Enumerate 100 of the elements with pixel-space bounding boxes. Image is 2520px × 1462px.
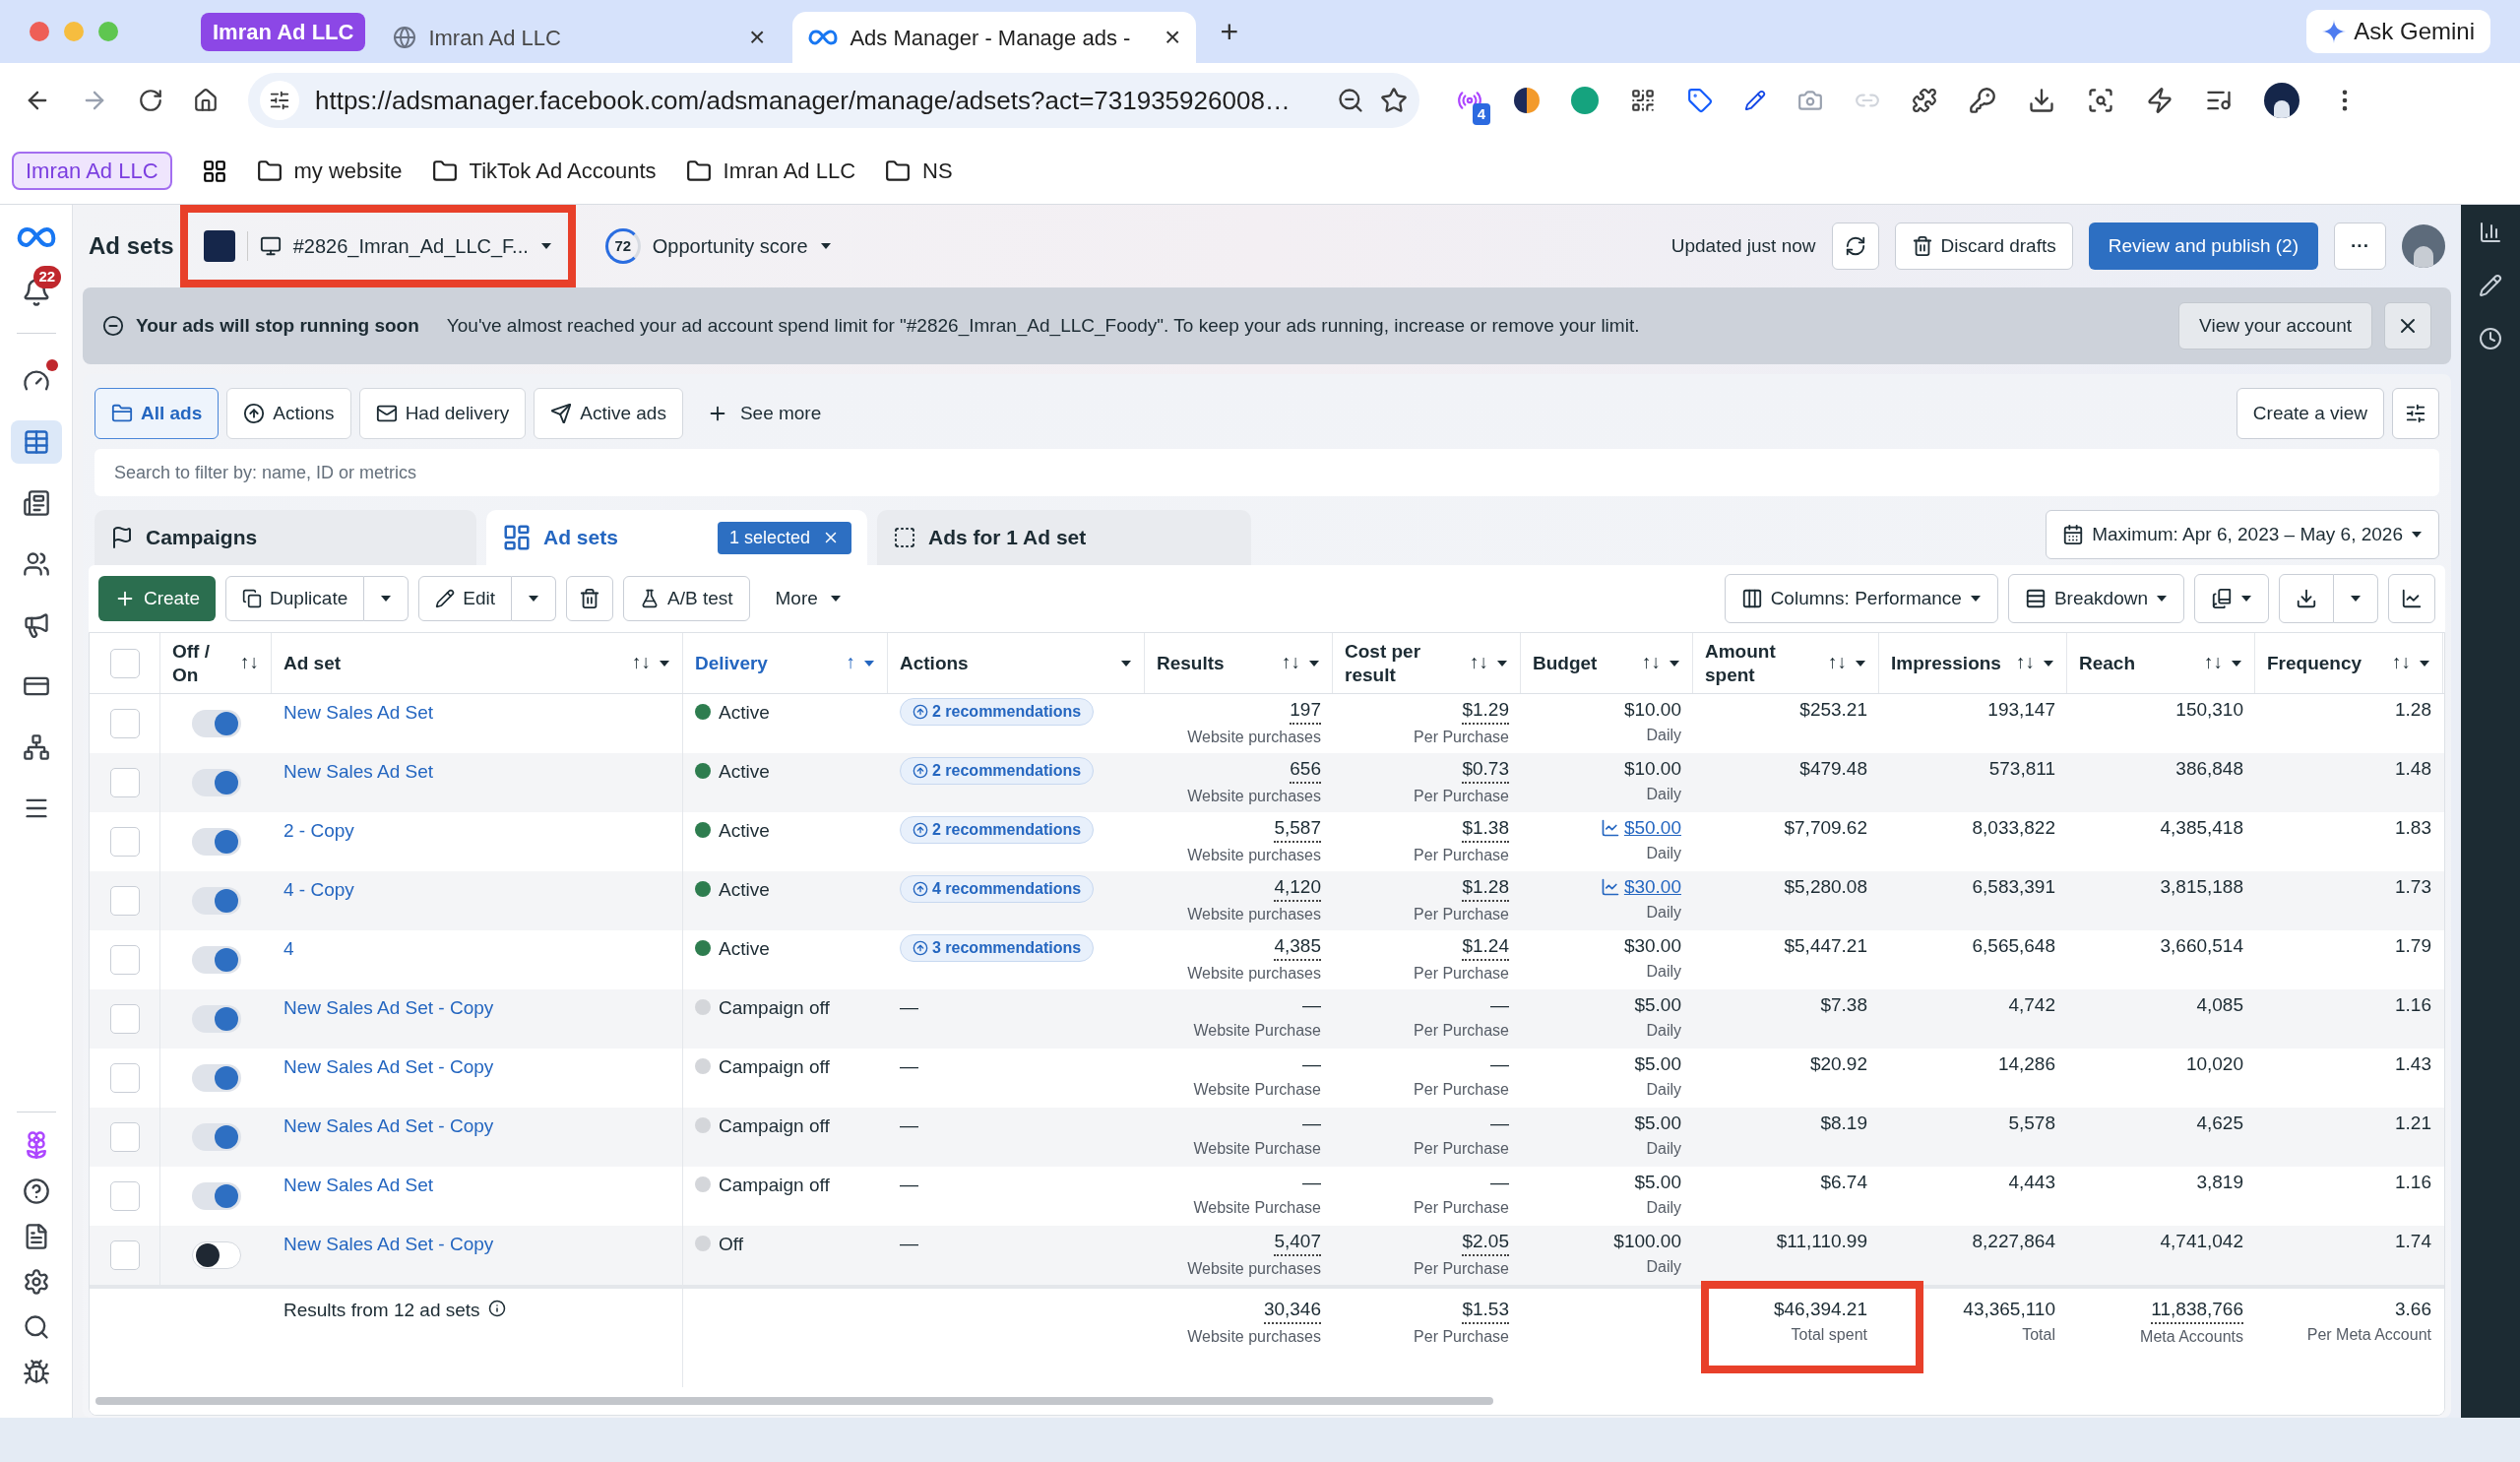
score-label[interactable]: Opportunity score (652, 231, 808, 261)
home-icon[interactable] (193, 88, 219, 113)
infinity-logo-icon[interactable] (16, 226, 56, 248)
ad-set-link[interactable]: New Sales Ad Set (284, 1175, 434, 1195)
sort-icon[interactable]: ↑↓ (2392, 649, 2411, 677)
ad-set-link[interactable]: New Sales Ad Set (284, 702, 434, 723)
star-icon[interactable] (1380, 87, 1408, 114)
toggle-switch[interactable] (191, 1123, 241, 1151)
profile-avatar[interactable] (2264, 83, 2300, 118)
discard-drafts-button[interactable]: Discard drafts (1894, 222, 2073, 270)
toggle-switch[interactable] (191, 887, 241, 915)
edit-button[interactable]: Edit (418, 576, 512, 621)
tag-icon[interactable] (1687, 88, 1713, 113)
row-checkbox[interactable] (109, 945, 140, 975)
column-header[interactable]: Budget ↑↓ (1521, 633, 1693, 693)
apps-icon[interactable] (201, 158, 227, 184)
filter-tab[interactable]: Active ads (534, 388, 683, 439)
review-publish-button[interactable]: Review and publish (2) (2088, 222, 2318, 270)
refresh-button[interactable] (1831, 222, 1879, 270)
tab-group-chip[interactable]: Imran Ad LLC (201, 12, 366, 51)
columns-button[interactable]: Columns: Performance (1724, 574, 1998, 623)
browser-tab[interactable]: Imran Ad LLC × (377, 12, 782, 63)
row-checkbox[interactable] (109, 1063, 140, 1093)
search-window-icon[interactable] (2087, 87, 2114, 114)
toggle-switch[interactable] (191, 1241, 241, 1269)
recommendations-badge[interactable]: 4 recommendations (900, 875, 1095, 903)
ad-set-link[interactable]: 2 - Copy (284, 820, 354, 841)
level-tab[interactable]: Campaigns (94, 510, 476, 565)
toggle-switch[interactable] (191, 769, 241, 796)
sort-icon[interactable]: ↑↓ (632, 649, 651, 677)
row-checkbox[interactable] (109, 1240, 140, 1270)
ad-set-link[interactable]: New Sales Ad Set - Copy (284, 1056, 494, 1077)
row-checkbox[interactable] (109, 1122, 140, 1152)
bolt-icon[interactable] (2146, 87, 2174, 114)
ad-set-link[interactable]: New Sales Ad Set - Copy (284, 1234, 494, 1254)
table-row[interactable]: New Sales Ad Set - Copy Campaign off — — Website Purchase — Per Purchase $5.00 Daily $7.38 4,742 4,085 1.16 (90, 989, 2444, 1049)
toggle-switch[interactable] (191, 710, 241, 737)
see-more-button[interactable]: See more (690, 388, 838, 439)
level-tab[interactable]: Ads for 1 Ad set (877, 510, 1251, 565)
breakdown-button[interactable]: Breakdown (2007, 574, 2184, 623)
download-icon[interactable] (2028, 87, 2055, 114)
sort-icon[interactable]: ↑↓ (2204, 649, 2223, 677)
recommendations-badge[interactable]: 2 recommendations (900, 816, 1095, 844)
tab-close-button[interactable]: × (1165, 24, 1181, 51)
sort-icon[interactable]: ↑↓ (1282, 649, 1300, 677)
date-range-button[interactable]: Maximum: Apr 6, 2023 – May 6, 2026 (2046, 510, 2439, 559)
sort-icon[interactable]: ↑↓ (1642, 649, 1661, 677)
column-header[interactable]: Amount spent ↑↓ (1693, 633, 1879, 693)
sort-icon[interactable]: ↑↓ (1470, 649, 1488, 677)
help-icon[interactable] (22, 1177, 50, 1205)
qr-code-icon[interactable] (1630, 88, 1656, 113)
toggle-switch[interactable] (191, 946, 241, 974)
more-options-button[interactable]: ··· (2334, 222, 2386, 270)
sidebar-item[interactable] (10, 420, 62, 464)
sort-icon[interactable]: ↑↓ (2016, 649, 2035, 677)
budget-link[interactable]: $50.00 (1600, 815, 1681, 841)
search-icon[interactable] (22, 1313, 50, 1341)
column-header[interactable]: Results ↑↓ (1145, 633, 1333, 693)
close-window-button[interactable] (30, 22, 49, 41)
filter-tab[interactable]: Actions (226, 388, 351, 439)
column-header[interactable]: Reach ↑↓ (2067, 633, 2255, 693)
pen-icon[interactable] (1744, 90, 1766, 111)
zoom-out-icon[interactable] (1337, 87, 1364, 114)
column-header[interactable]: Frequency ↑↓ (2255, 633, 2443, 693)
filter-tab[interactable]: Had delivery (358, 388, 527, 439)
view-settings-button[interactable] (2392, 388, 2439, 439)
level-tab[interactable]: Ad sets 1 selected (486, 510, 867, 565)
table-row[interactable]: 4 - Copy Active 4 recommendations 4,120 Website purchases $1.28 Per Purchase $30.00 Daily $5,280.08 6,583,391 3,815,188 1.73 (90, 871, 2444, 930)
more-button[interactable]: More (759, 576, 857, 621)
create-view-button[interactable]: Create a view (2236, 388, 2384, 439)
bar-chart-icon[interactable] (2479, 221, 2502, 244)
view-account-button[interactable]: View your account (2178, 302, 2372, 350)
budget-link[interactable]: $30.00 (1600, 874, 1681, 900)
recommendations-badge[interactable]: 3 recommendations (900, 934, 1095, 962)
row-checkbox[interactable] (109, 1181, 140, 1211)
clock-icon[interactable] (2479, 327, 2502, 350)
column-header[interactable]: Off / On ↑↓ (160, 633, 272, 693)
puzzle-icon[interactable] (1912, 88, 1937, 113)
search-field[interactable]: Search to filter by: name, ID or metrics (94, 449, 2439, 496)
recommendations-badge[interactable]: 2 recommendations (900, 698, 1095, 726)
bookmark-folder[interactable]: NS (885, 155, 953, 187)
toggle-switch[interactable] (191, 1182, 241, 1210)
ad-set-link[interactable]: 4 (284, 938, 294, 959)
new-tab-button[interactable]: + (1208, 8, 1251, 55)
toggle-switch[interactable] (191, 1064, 241, 1092)
camera-icon[interactable] (1797, 88, 1823, 113)
bookmark-folder[interactable]: Imran Ad LLC (685, 155, 856, 187)
duplicate-button[interactable]: Duplicate (225, 576, 365, 621)
ad-set-link[interactable]: New Sales Ad Set - Copy (284, 997, 494, 1018)
row-checkbox[interactable] (109, 886, 140, 916)
delete-button[interactable] (566, 576, 613, 621)
row-checkbox[interactable] (109, 709, 140, 738)
sort-icon[interactable]: ↑ (846, 649, 855, 677)
sort-icon[interactable]: ↑↓ (240, 649, 259, 677)
ad-set-link[interactable]: 4 - Copy (284, 879, 354, 900)
sort-icon[interactable]: ↑↓ (1828, 649, 1847, 677)
selection-badge[interactable]: 1 selected (717, 521, 851, 554)
column-header[interactable]: Impressions ↑↓ (1879, 633, 2067, 693)
column-header[interactable]: Ad set ↑↓ (272, 633, 683, 693)
table-row[interactable]: New Sales Ad Set - Copy Off — 5,407 Website purchases $2.05 Per Purchase $100.00 Daily $11,110.99 8,227,864 4,741,042 1.74 (90, 1226, 2444, 1285)
